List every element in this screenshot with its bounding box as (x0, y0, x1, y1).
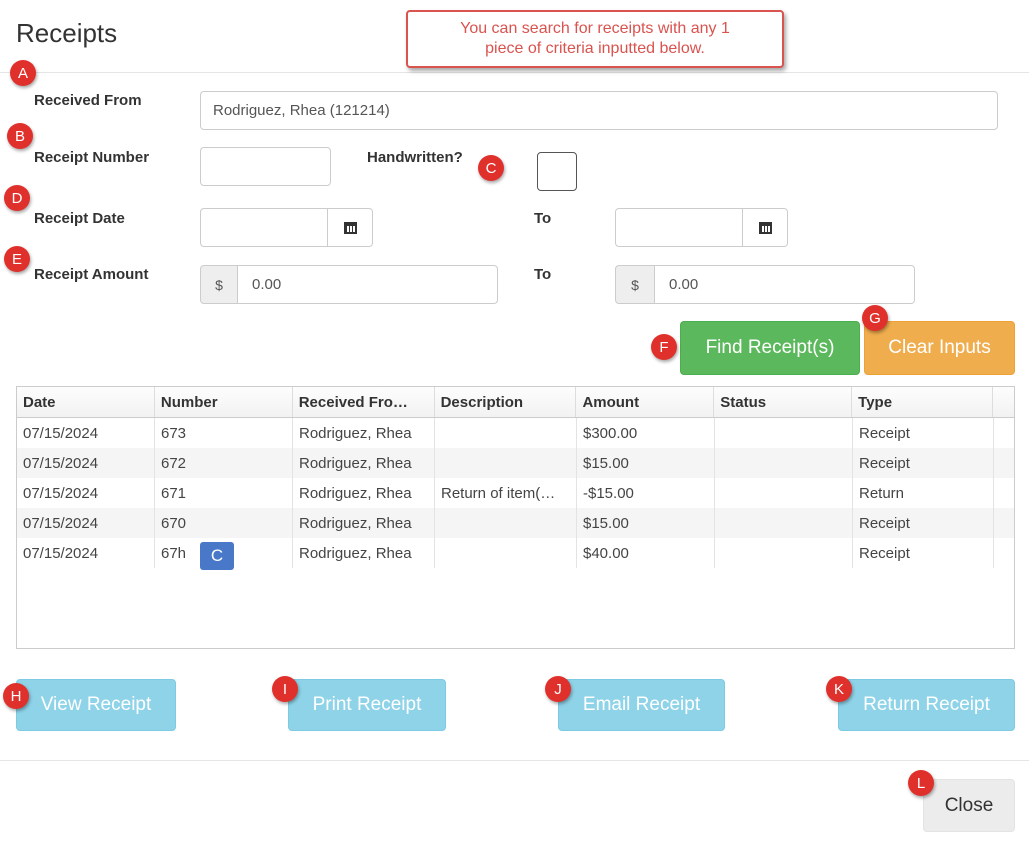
column-header-received-from[interactable]: Received Fro… (293, 387, 435, 417)
column-header-description[interactable]: Description (435, 387, 577, 417)
clear-inputs-button[interactable]: Clear Inputs (864, 321, 1015, 375)
handwritten-checkbox[interactable] (537, 152, 577, 191)
cell-number: 670 (155, 508, 293, 538)
cell-status (715, 448, 853, 478)
marker-g: G (862, 305, 888, 331)
marker-l: L (908, 770, 934, 796)
cell-status (715, 478, 853, 508)
column-header-date[interactable]: Date (17, 387, 155, 417)
find-receipts-button[interactable]: Find Receipt(s) (680, 321, 860, 375)
handwritten-label: Handwritten? (367, 149, 463, 166)
table-row[interactable]: 07/15/2024 671 Rodriguez, Rhea Return of… (17, 478, 1014, 508)
cell-received-from: Rodriguez, Rhea (293, 538, 435, 568)
marker-j: J (545, 676, 571, 702)
dialog-title: Receipts (16, 18, 118, 48)
column-header-type[interactable]: Type (852, 387, 994, 417)
amount-to-label: To (534, 266, 552, 283)
cell-amount: $300.00 (577, 418, 715, 448)
marker-f: F (651, 334, 677, 360)
table-row[interactable]: 07/15/2024 67h Rodriguez, Rhea $40.00 Re… (17, 538, 1014, 568)
date-to-picker-button[interactable] (743, 208, 788, 247)
calendar-icon (343, 221, 357, 234)
cell-description (435, 538, 577, 568)
grid-header: Date Number Received Fro… Description Am… (17, 387, 1014, 418)
column-header-amount[interactable]: Amount (576, 387, 715, 417)
received-from-label: Received From (34, 92, 142, 109)
marker-b: B (7, 123, 33, 149)
callout-line-1: You can search for receipts with any 1 (460, 20, 730, 37)
calendar-icon (758, 221, 772, 234)
amount-to-input[interactable]: 0.00 (655, 265, 915, 304)
cell-amount: -$15.00 (577, 478, 715, 508)
cell-date: 07/15/2024 (17, 508, 155, 538)
receipt-date-from-input[interactable] (200, 208, 328, 247)
column-header-number[interactable]: Number (155, 387, 293, 417)
cell-status (715, 418, 853, 448)
info-callout: You can search for receipts with any 1 p… (406, 10, 784, 68)
cell-amount: $15.00 (577, 448, 715, 478)
cell-type: Receipt (853, 418, 994, 448)
date-to-label: To (534, 210, 552, 227)
cell-type: Return (853, 478, 994, 508)
cell-description (435, 448, 577, 478)
date-from-picker-button[interactable] (328, 208, 373, 247)
view-receipt-button[interactable]: View Receipt (16, 679, 176, 731)
receipt-amount-label: Receipt Amount (34, 266, 149, 283)
cell-status (715, 508, 853, 538)
row-annotation-badge: C (200, 542, 234, 570)
marker-k: K (826, 676, 852, 702)
cell-type: Receipt (853, 508, 994, 538)
marker-i: I (272, 676, 298, 702)
cell-date: 07/15/2024 (17, 478, 155, 508)
receipt-number-label: Receipt Number (34, 149, 150, 166)
cell-received-from: Rodriguez, Rhea (293, 508, 435, 538)
cell-received-from: Rodriguez, Rhea (293, 448, 435, 478)
cell-received-from: Rodriguez, Rhea (293, 418, 435, 448)
cell-description: Return of item(… (435, 478, 577, 508)
cell-date: 07/15/2024 (17, 538, 155, 568)
callout-line-2: piece of criteria inputted below. (485, 40, 705, 57)
return-receipt-button[interactable]: Return Receipt (838, 679, 1015, 731)
currency-addon: $ (615, 265, 655, 304)
header-divider (0, 72, 1029, 73)
table-row[interactable]: 07/15/2024 670 Rodriguez, Rhea $15.00 Re… (17, 508, 1014, 538)
cell-description (435, 418, 577, 448)
print-receipt-button[interactable]: Print Receipt (288, 679, 446, 731)
marker-h: H (3, 683, 29, 709)
cell-type: Receipt (853, 448, 994, 478)
marker-c: C (478, 155, 504, 181)
column-header-status[interactable]: Status (714, 387, 853, 417)
cell-amount: $40.00 (577, 538, 715, 568)
marker-d: D (4, 185, 30, 211)
cell-type: Receipt (853, 538, 994, 568)
cell-number: 673 (155, 418, 293, 448)
received-from-input[interactable]: Rodriguez, Rhea (121214) (200, 91, 998, 130)
cell-date: 07/15/2024 (17, 418, 155, 448)
receipts-grid: Date Number Received Fro… Description Am… (16, 386, 1015, 649)
footer-divider (0, 760, 1029, 761)
marker-e: E (4, 246, 30, 272)
cell-amount: $15.00 (577, 508, 715, 538)
close-button[interactable]: Close (923, 779, 1015, 832)
receipt-date-to-input[interactable] (615, 208, 743, 247)
marker-a: A (10, 60, 36, 86)
currency-addon: $ (200, 265, 238, 304)
cell-status (715, 538, 853, 568)
cell-received-from: Rodriguez, Rhea (293, 478, 435, 508)
cell-number: 672 (155, 448, 293, 478)
table-row[interactable]: 07/15/2024 673 Rodriguez, Rhea $300.00 R… (17, 418, 1014, 448)
cell-date: 07/15/2024 (17, 448, 155, 478)
email-receipt-button[interactable]: Email Receipt (558, 679, 725, 731)
cell-number: 671 (155, 478, 293, 508)
cell-description (435, 508, 577, 538)
amount-from-input[interactable]: 0.00 (238, 265, 498, 304)
receipt-number-input[interactable] (200, 147, 331, 186)
receipt-date-label: Receipt Date (34, 210, 125, 227)
table-row[interactable]: 07/15/2024 672 Rodriguez, Rhea $15.00 Re… (17, 448, 1014, 478)
column-header-spacer (993, 387, 1014, 417)
